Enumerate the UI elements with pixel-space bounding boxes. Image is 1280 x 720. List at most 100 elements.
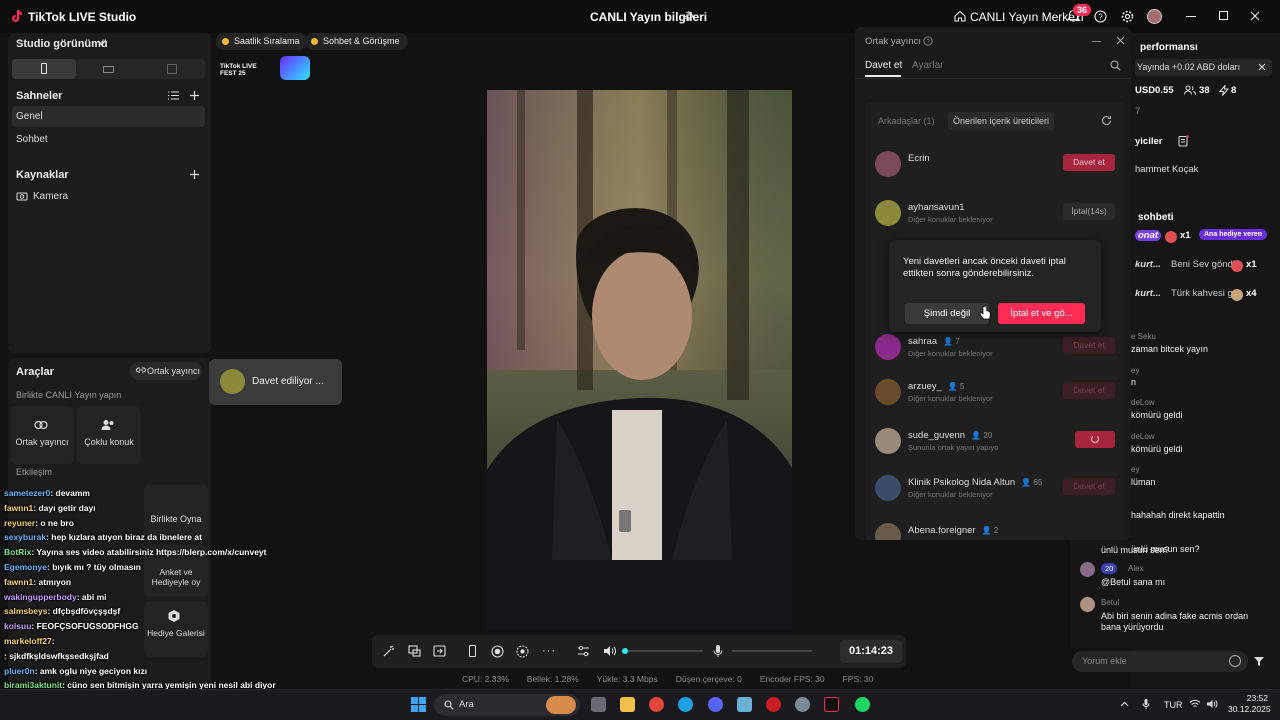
cohost-list-item[interactable]: ayhansavun1 Diğer konuklar bekleniyor İpta… — [875, 194, 1115, 234]
chat-username[interactable]: deLow — [1131, 398, 1155, 407]
more-icon[interactable]: ··· — [542, 645, 556, 657]
cancel-and-go-button[interactable]: İptal et ve gö... — [998, 303, 1085, 324]
not-now-button[interactable]: Şimdi değil — [905, 303, 989, 324]
cohost-list-item[interactable]: Klinik Psikolog Nida Altun 👤 65 Diğer konu… — [875, 469, 1115, 509]
edge-icon[interactable] — [678, 697, 693, 712]
tray-mic-icon[interactable] — [1142, 698, 1150, 710]
profile-avatar[interactable] — [1147, 9, 1162, 24]
settings-sliders-icon[interactable] — [577, 645, 590, 657]
cohost-list-item[interactable]: arzuey_ 👤 5 Diğer konuklar bekleniyor Davet… — [875, 373, 1115, 413]
gift-username[interactable]: onat — [1135, 230, 1162, 241]
add-source-icon[interactable] — [189, 169, 200, 180]
transition-icon[interactable] — [433, 645, 446, 657]
minimize-icon[interactable] — [1186, 16, 1196, 17]
taskbar-search[interactable]: Ara — [434, 694, 580, 716]
chat-username[interactable]: e Seku — [1131, 332, 1156, 341]
chip-chat-meet[interactable]: Sohbet & Görüşme — [305, 33, 408, 50]
magic-wand-icon[interactable] — [383, 645, 395, 657]
chat-username[interactable]: ey — [1131, 366, 1139, 375]
phone-icon[interactable] — [469, 645, 476, 657]
invite-button[interactable]: Davet et — [1063, 382, 1115, 399]
cohost-list-item[interactable]: Ecrin Davet et — [875, 145, 1115, 185]
list-icon[interactable] — [168, 91, 179, 100]
comment-input[interactable]: Yorum ekle — [1072, 651, 1248, 672]
subtab-friends[interactable]: Arkadaşlar (1) — [878, 116, 935, 126]
chat-username[interactable]: Alex — [1128, 564, 1144, 573]
maximize-icon[interactable] — [1219, 11, 1228, 20]
emoji-icon[interactable] — [1229, 655, 1241, 667]
windows-start-icon[interactable] — [411, 697, 426, 712]
tray-chevron-up-icon[interactable] — [1120, 701, 1129, 707]
share-icon[interactable] — [682, 11, 694, 22]
tab-invite[interactable]: Davet et — [865, 60, 902, 71]
chip-hourly-ranking[interactable]: Saatlik Sıralama — [216, 33, 308, 50]
dialog-close-icon[interactable] — [1116, 36, 1125, 45]
steam-icon[interactable] — [737, 697, 752, 712]
invite-button[interactable]: Davet et — [1063, 478, 1115, 495]
dialog-minimize-icon[interactable] — [1092, 41, 1101, 42]
inviting-status-pill[interactable]: Davet ediliyor ... — [209, 359, 342, 405]
microphone-icon[interactable] — [713, 644, 723, 658]
tiktok-studio-taskbar-icon[interactable] — [824, 697, 839, 712]
studio-view-dropdown[interactable]: Studio görünümü — [16, 38, 108, 50]
search-icon[interactable] — [1110, 60, 1121, 71]
spotify-icon[interactable] — [855, 697, 870, 712]
livefest-logo — [280, 56, 310, 80]
viewers-tab[interactable]: yiciler — [1135, 136, 1162, 147]
filter-icon[interactable] — [1253, 656, 1265, 667]
top-viewer[interactable]: hammet Koçak — [1135, 164, 1198, 175]
landscape-icon[interactable] — [103, 66, 114, 73]
speaker-volume-slider[interactable] — [623, 650, 703, 652]
chat-username[interactable]: deLow — [1131, 432, 1155, 441]
taskbar-clock[interactable]: 23:52 30.12.2025 — [1228, 693, 1271, 715]
loading-button[interactable] — [1075, 431, 1115, 448]
gift-username[interactable]: kurt... — [1135, 259, 1161, 270]
list-board-icon[interactable] — [1178, 135, 1189, 147]
cohost-list-item[interactable]: sahraa 👤 7 Diğer konuklar bekleniyor Davet … — [875, 328, 1115, 368]
scene-item-genel[interactable]: Genel — [16, 111, 43, 122]
gift-icon — [1231, 289, 1243, 301]
tool-multi-guest[interactable] — [77, 406, 141, 464]
tool-cohost[interactable] — [10, 406, 74, 464]
notice-close-icon[interactable] — [1258, 63, 1266, 71]
help-icon[interactable]: ? — [1094, 10, 1107, 23]
mic-volume-slider[interactable] — [732, 650, 812, 652]
speaker-icon[interactable] — [603, 645, 617, 657]
add-scene-icon[interactable] — [189, 90, 200, 101]
cohost-list-item[interactable]: sude_guvenn 👤 20 Şununla ortak yayın yapıy… — [875, 422, 1115, 462]
refresh-icon[interactable] — [1101, 115, 1112, 126]
screenshot-icon[interactable] — [516, 645, 529, 658]
gift-username[interactable]: kurt... — [1135, 288, 1161, 299]
speaker-volume-fill[interactable] — [622, 648, 628, 654]
chat-message: zaman bitcek yayın — [1131, 344, 1209, 354]
opera-icon[interactable] — [766, 697, 781, 712]
invite-button[interactable]: Davet et — [1063, 337, 1115, 354]
scene-item-sohbet[interactable]: Sohbet — [16, 134, 48, 145]
chrome-icon[interactable] — [649, 697, 664, 712]
file-explorer-icon[interactable] — [620, 697, 635, 712]
chevron-down-icon[interactable] — [97, 40, 106, 46]
record-icon[interactable] — [491, 645, 504, 658]
close-icon[interactable] — [1250, 11, 1260, 21]
info-icon[interactable]: ? — [923, 36, 933, 46]
invite-button[interactable]: Davet et — [1063, 154, 1115, 171]
layout-icon[interactable] — [408, 645, 421, 657]
discord-icon[interactable] — [708, 697, 723, 712]
task-view-icon[interactable] — [591, 697, 606, 712]
livefest-banner[interactable]: TikTok LIVE FEST 25 — [220, 56, 312, 81]
chat-username[interactable]: Betul — [1101, 598, 1119, 607]
volume-icon[interactable] — [1206, 699, 1218, 709]
wifi-icon[interactable] — [1189, 699, 1201, 709]
source-item-camera[interactable]: Kamera — [33, 191, 68, 202]
home-icon[interactable] — [954, 10, 966, 22]
portrait-icon[interactable] — [41, 63, 47, 74]
tab-settings[interactable]: Ayarlar — [912, 60, 944, 71]
multi-layout-icon[interactable] — [167, 64, 177, 74]
tray-language[interactable]: TUR — [1164, 700, 1183, 710]
cohost-list-item[interactable]: Abena.foreigner 👤 2 — [875, 517, 1115, 540]
chat-username[interactable]: ey — [1131, 465, 1139, 474]
invite-button[interactable]: İptal(14s) — [1063, 203, 1115, 220]
subtab-suggested[interactable]: Önerilen içerik üreticileri — [948, 112, 1055, 130]
settings-app-icon[interactable] — [795, 697, 810, 712]
gear-icon[interactable] — [1121, 10, 1134, 23]
